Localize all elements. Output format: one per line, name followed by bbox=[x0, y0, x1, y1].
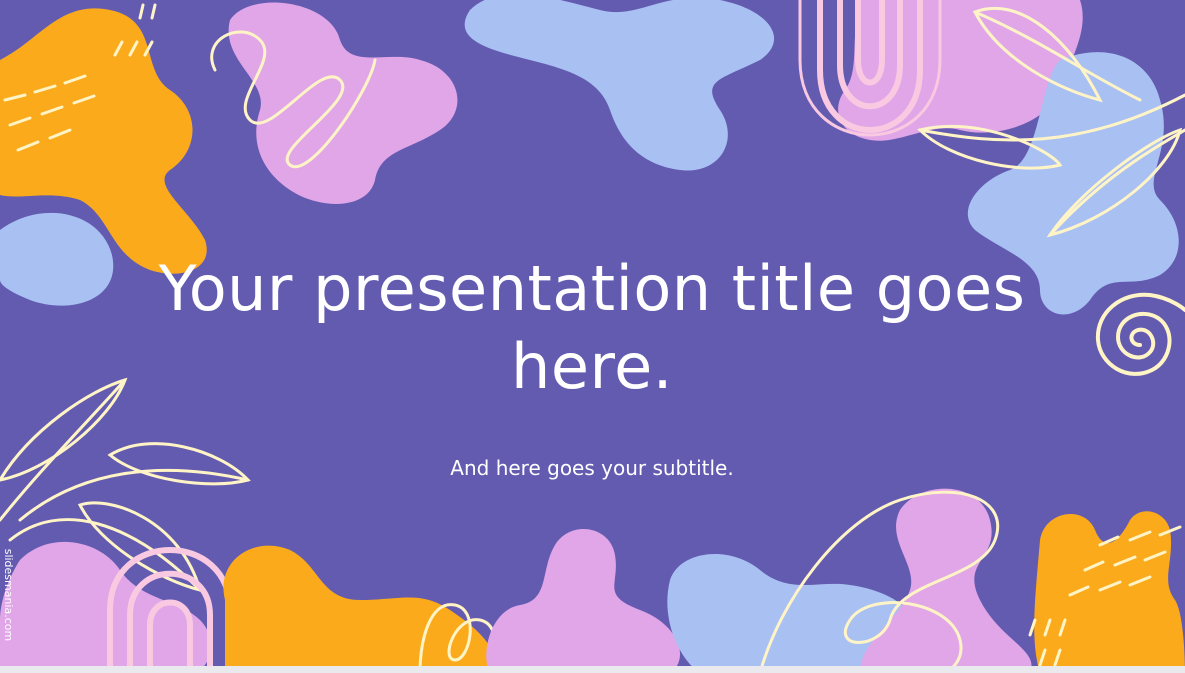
lilac-blob-bottom-right bbox=[860, 488, 1032, 673]
cream-spiral-right bbox=[1095, 292, 1185, 376]
presentation-title: Your presentation title goes here. bbox=[158, 252, 1026, 403]
lilac-blob-bottom bbox=[486, 528, 680, 673]
lilac-blob-top bbox=[228, 2, 458, 204]
blue-blob-top bbox=[464, 0, 775, 171]
credit-watermark: slidesmania.com bbox=[2, 548, 15, 642]
slide: Your presentation title goes here. And h… bbox=[0, 0, 1185, 673]
presentation-subtitle: And here goes your subtitle. bbox=[450, 456, 734, 480]
bottom-edge-bar bbox=[0, 666, 1185, 673]
blue-blob-left bbox=[0, 212, 114, 306]
orange-blob-bottom bbox=[223, 545, 496, 673]
